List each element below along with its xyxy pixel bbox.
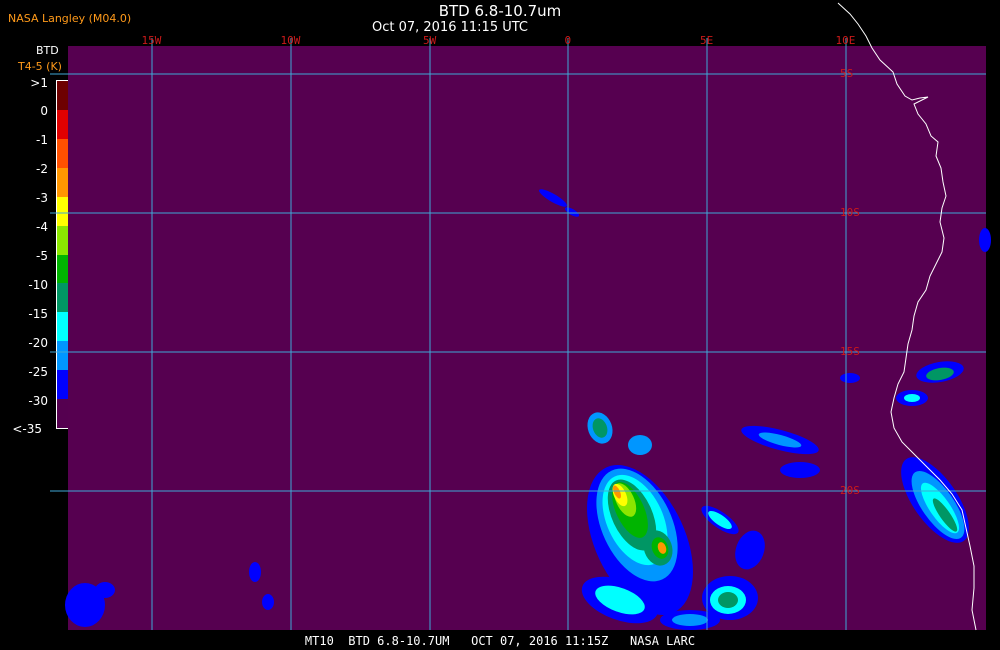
latitude-label: 5S [840,67,854,80]
longitude-label: 15W [141,34,162,47]
latitude-label: 15S [840,345,860,358]
latitude-label: 20S [840,484,860,497]
lat-lon-grid [50,38,986,630]
longitude-label: 5E [700,34,714,47]
latitude-label: 10S [840,206,860,219]
map-overlay [50,2,991,631]
cloud-blob [718,592,738,608]
cloud-blob [249,562,261,582]
cloud-blob [564,207,580,217]
cloud-blob [539,189,567,207]
cloud-features [65,189,991,630]
cloud-blob [840,373,860,383]
cloud-blob [262,594,274,610]
cloud-blob [979,228,991,252]
longitude-label: 5W [423,34,437,47]
cloud-blob [628,435,652,455]
footer-caption: MT10 BTD 6.8-10.7UM OCT 07, 2016 11:15Z … [304,634,696,648]
longitude-label: 10E [835,34,856,47]
cloud-blob [672,614,708,626]
cloud-blob [95,582,115,598]
cloud-blob [904,394,920,402]
longitude-label: 0 [564,34,572,47]
cloud-blob [780,462,820,478]
longitude-label: 10W [280,34,301,47]
